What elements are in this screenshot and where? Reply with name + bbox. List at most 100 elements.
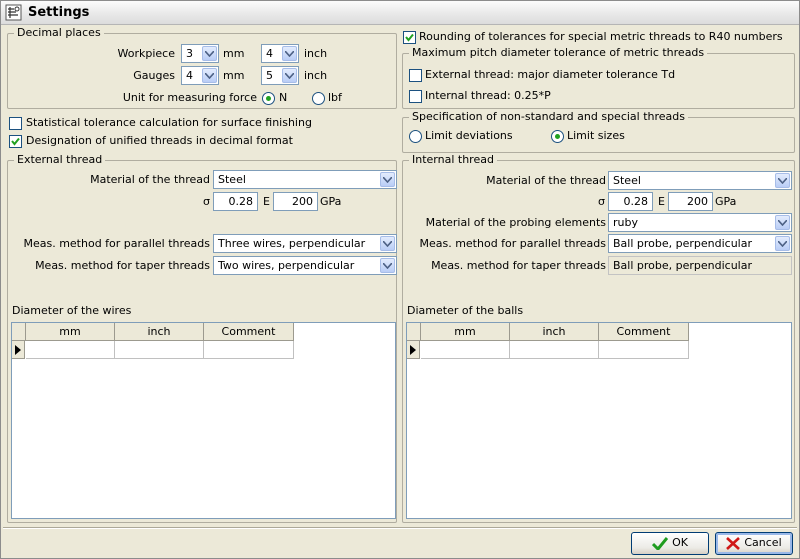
workpiece-mm-select[interactable]: 3 [181,44,219,63]
ext-taper-value: Two wires, perpendicular [218,259,355,272]
row-pointer-icon [410,345,416,355]
radio-selected-dot [266,96,271,101]
statistical-checkbox[interactable] [9,117,22,130]
int-probing-value: ruby [613,216,638,229]
window-title: Settings [28,5,90,20]
internal-thread-legend: Internal thread [409,153,497,166]
pitch-external-checkbox[interactable] [409,69,422,82]
int-material-label: Material of the thread [486,174,606,187]
int-sigma-label: σ [598,195,605,208]
pitch-external-label[interactable]: External thread: major diameter toleranc… [425,68,675,82]
rounding-label[interactable]: Rounding of tolerances for special metri… [419,30,783,44]
force-n-label[interactable]: N [279,91,287,105]
title-bar: Settings [1,1,799,25]
force-unit-label: Unit for measuring force [122,91,257,104]
pitch-internal-label[interactable]: Internal thread: 0.25*P [425,89,551,103]
chevron-down-icon[interactable] [282,46,297,61]
row-pointer-icon [15,345,21,355]
ext-parallel-value: Three wires, perpendicular [218,237,366,250]
unified-decimal-checkbox[interactable] [9,135,22,148]
ext-e-field[interactable]: 200 [273,192,318,211]
ext-table-corner [12,323,26,341]
limit-sizes-radio[interactable] [551,130,564,143]
workpiece-inch-select[interactable]: 4 [261,44,299,63]
table-cell[interactable] [421,341,510,359]
int-taper-select: Ball probe, perpendicular [608,256,792,275]
table-cell[interactable] [510,341,599,359]
int-e-value: 200 [687,195,708,208]
chevron-down-icon[interactable] [775,236,790,251]
int-e-field[interactable]: 200 [668,192,713,211]
int-table-corner [407,323,421,341]
limit-deviations-radio[interactable] [409,130,422,143]
ext-e-label: E [263,195,270,208]
chevron-down-icon[interactable] [775,173,790,188]
ext-parallel-select[interactable]: Three wires, perpendicular [213,234,397,253]
int-col-mm[interactable]: mm [421,323,510,341]
ext-wires-title: Diameter of the wires [12,304,132,317]
ext-sigma-field[interactable]: 0.28 [213,192,258,211]
gauges-mm-select[interactable]: 4 [181,66,219,85]
int-col-inch[interactable]: inch [510,323,599,341]
table-cell[interactable] [115,341,204,359]
limit-sizes-label[interactable]: Limit sizes [567,129,625,143]
chevron-down-icon[interactable] [380,258,395,273]
ext-col-inch[interactable]: inch [115,323,204,341]
chevron-down-icon[interactable] [380,236,395,251]
settings-window: Settings Decimal places Workpiece 3 mm 4… [0,0,800,559]
ext-taper-select[interactable]: Two wires, perpendicular [213,256,397,275]
force-lbf-radio[interactable] [312,92,325,105]
workpiece-label: Workpiece [117,47,175,60]
ext-col-comment[interactable]: Comment [204,323,294,341]
ext-taper-label: Meas. method for taper threads [35,259,210,272]
int-probing-label: Material of the probing elements [425,216,606,229]
int-taper-label: Meas. method for taper threads [431,259,606,272]
rounding-checkbox[interactable] [403,31,416,44]
ext-material-value: Steel [218,173,246,186]
cancel-button[interactable]: Cancel [715,532,793,555]
force-n-radio[interactable] [262,92,275,105]
ext-e-value: 200 [292,195,313,208]
table-cell[interactable] [599,341,689,359]
specification-legend: Specification of non-standard and specia… [409,110,689,123]
chevron-down-icon[interactable] [202,46,217,61]
footer-divider [3,527,797,529]
int-material-select[interactable]: Steel [608,171,792,190]
ext-material-select[interactable]: Steel [213,170,397,189]
limit-deviations-label[interactable]: Limit deviations [425,129,513,143]
ok-label: OK [672,536,688,549]
chevron-down-icon[interactable] [380,172,395,187]
int-sigma-value: 0.28 [623,195,649,208]
pitch-internal-checkbox[interactable] [409,90,422,103]
ext-col-mm[interactable]: mm [26,323,115,341]
cancel-label: Cancel [744,536,782,549]
int-balls-table[interactable]: mm inch Comment [406,322,792,519]
chevron-down-icon[interactable] [775,215,790,230]
int-col-comment[interactable]: Comment [599,323,689,341]
int-material-value: Steel [613,174,641,187]
int-probing-select[interactable]: ruby [608,213,792,232]
chevron-down-icon[interactable] [202,68,217,83]
ext-material-label: Material of the thread [90,173,210,186]
ext-wires-table[interactable]: mm inch Comment [11,322,396,519]
int-e-unit: GPa [715,195,737,208]
ext-sigma-value: 0.28 [228,195,254,208]
chevron-down-icon[interactable] [282,68,297,83]
gauges-label: Gauges [133,69,175,82]
workpiece-mm-value: 3 [186,47,193,60]
external-thread-legend: External thread [14,153,106,166]
unified-decimal-label[interactable]: Designation of unified threads in decima… [26,134,293,148]
gauges-inch-unit: inch [304,69,328,82]
gauges-inch-select[interactable]: 5 [261,66,299,85]
table-cell[interactable] [204,341,294,359]
statistical-label[interactable]: Statistical tolerance calculation for su… [26,116,312,130]
gauges-mm-value: 4 [186,69,193,82]
ok-button[interactable]: OK [631,532,709,555]
force-lbf-label[interactable]: lbf [328,91,342,105]
workpiece-mm-unit: mm [223,47,245,60]
checkmark-icon [11,137,20,146]
int-sigma-field[interactable]: 0.28 [608,192,653,211]
ext-parallel-label: Meas. method for parallel threads [23,237,210,250]
int-parallel-select[interactable]: Ball probe, perpendicular [608,234,792,253]
table-cell[interactable] [26,341,115,359]
